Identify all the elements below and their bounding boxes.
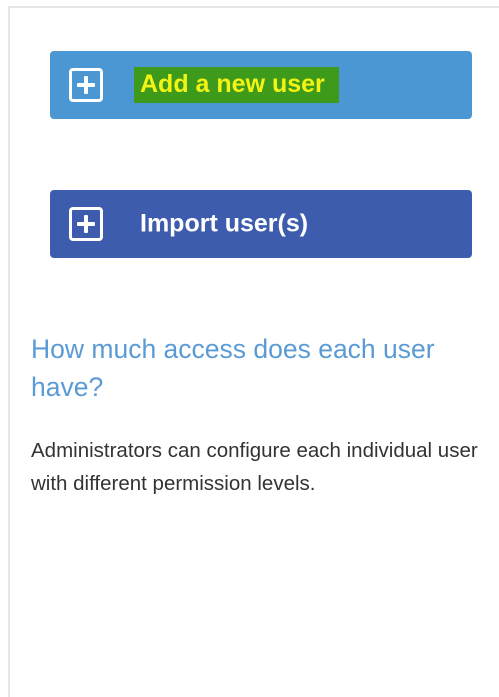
- plus-square-icon: [69, 68, 103, 102]
- add-new-user-label: Add a new user: [134, 67, 339, 103]
- import-users-label: Import user(s): [140, 209, 309, 238]
- import-users-button[interactable]: Import user(s): [50, 190, 472, 258]
- add-new-user-button[interactable]: Add a new user: [50, 51, 472, 119]
- access-description: Administrators can configure each indivi…: [31, 439, 478, 495]
- access-heading: How much access does each user have?: [31, 334, 435, 402]
- plus-square-icon: [69, 207, 103, 241]
